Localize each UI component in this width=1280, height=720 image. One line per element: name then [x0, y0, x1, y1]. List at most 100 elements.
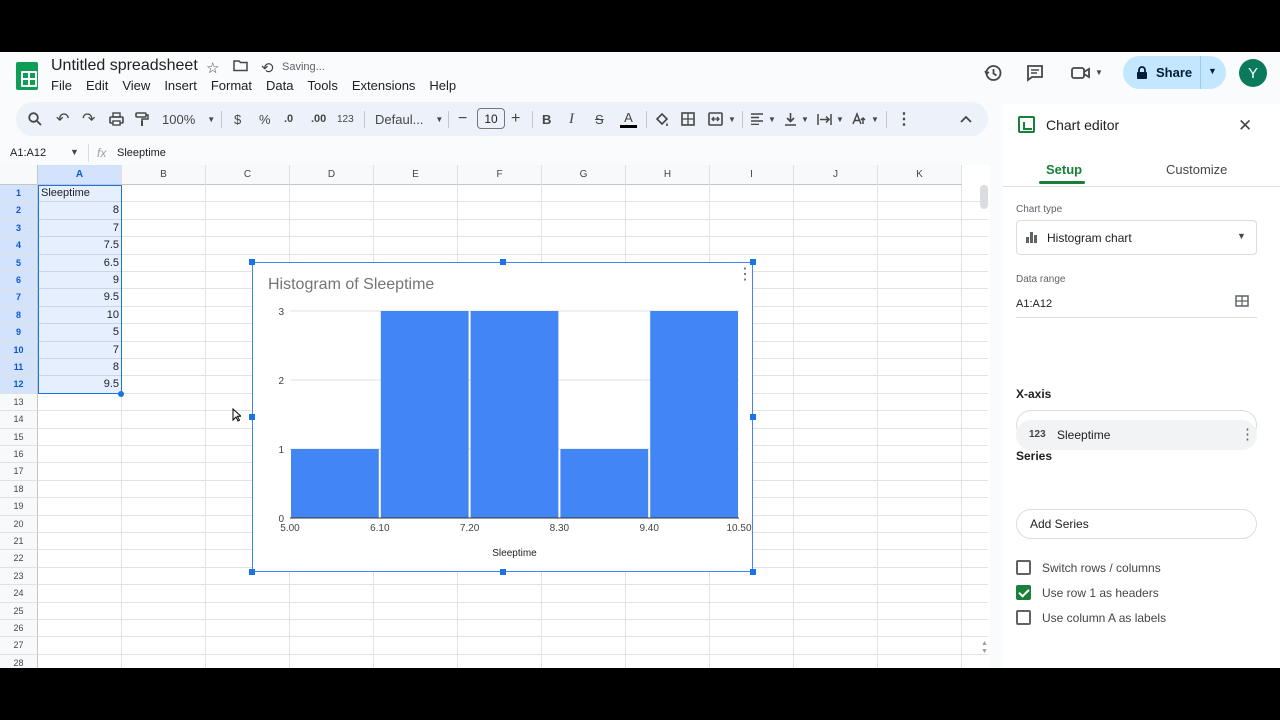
- cell-a11[interactable]: 8: [38, 359, 122, 376]
- comments-icon[interactable]: [1022, 60, 1048, 86]
- font-select[interactable]: Defaul... ▼: [375, 102, 443, 136]
- cell-a6[interactable]: 9: [38, 272, 122, 289]
- chart-menu-icon[interactable]: ⋮: [737, 267, 753, 283]
- redo-icon[interactable]: ↷: [82, 102, 95, 136]
- resize-handle-nw[interactable]: [249, 259, 255, 265]
- resize-handle-se[interactable]: [750, 569, 756, 575]
- scroll-arrows-icon[interactable]: ▲ ▼: [981, 640, 988, 656]
- row-header-16[interactable]: 16: [0, 446, 38, 464]
- row-header-6[interactable]: 6: [0, 272, 38, 290]
- meet-icon[interactable]: [1068, 60, 1094, 86]
- cell-a5[interactable]: 6.5: [38, 255, 122, 272]
- row-header-26[interactable]: 26: [0, 620, 38, 638]
- series-menu-icon[interactable]: ⋮: [1240, 425, 1255, 443]
- fill-color-icon[interactable]: [654, 102, 669, 136]
- row-header-7[interactable]: 7: [0, 289, 38, 307]
- italic-button[interactable]: I: [569, 102, 574, 136]
- row-header-1[interactable]: 1: [0, 185, 38, 203]
- move-folder-icon[interactable]: [233, 59, 248, 76]
- collapse-toolbar-icon[interactable]: [960, 102, 972, 136]
- row-1-headers-checkbox[interactable]: [1016, 585, 1031, 600]
- resize-handle-w[interactable]: [249, 414, 255, 420]
- avatar[interactable]: Y: [1239, 59, 1267, 87]
- row-header-17[interactable]: 17: [0, 463, 38, 481]
- resize-handle-n[interactable]: [500, 259, 506, 265]
- cell-a9[interactable]: 5: [38, 324, 122, 341]
- strikethrough-button[interactable]: S: [595, 102, 604, 136]
- column-header-f[interactable]: F: [458, 165, 542, 185]
- column-header-h[interactable]: H: [626, 165, 710, 185]
- column-header-a[interactable]: A: [38, 165, 122, 185]
- column-header-g[interactable]: G: [542, 165, 626, 185]
- select-all-corner[interactable]: [0, 165, 38, 185]
- row-header-10[interactable]: 10: [0, 341, 38, 359]
- row-header-19[interactable]: 19: [0, 498, 38, 516]
- add-series-button[interactable]: Add Series: [1016, 509, 1257, 539]
- borders-icon[interactable]: [681, 102, 695, 136]
- row-header-13[interactable]: 13: [0, 393, 38, 412]
- tab-setup[interactable]: Setup: [1046, 162, 1082, 177]
- name-box-dropdown-icon[interactable]: ▼: [70, 147, 79, 157]
- cell-a12[interactable]: 9.5: [38, 376, 122, 393]
- horizontal-align-icon[interactable]: ▼: [750, 102, 776, 136]
- paint-format-icon[interactable]: [135, 102, 149, 136]
- menu-extensions[interactable]: Extensions: [352, 78, 416, 93]
- spreadsheet-grid[interactable]: ABCDEFGHIJK 1 2 3 4 5 6 7 8 9 10 11 12 13 14 15 16 17 18 1…: [0, 165, 990, 668]
- chart-type-select[interactable]: Histogram chart ▼: [1016, 220, 1257, 255]
- row-header-28[interactable]: 28: [0, 654, 38, 668]
- column-header-d[interactable]: D: [290, 165, 374, 185]
- row-header-12[interactable]: 12: [0, 376, 38, 394]
- menu-file[interactable]: File: [51, 78, 72, 93]
- search-menus-icon[interactable]: [28, 102, 42, 136]
- row-header-3[interactable]: 3: [0, 219, 38, 238]
- row-header-9[interactable]: 9: [0, 324, 38, 342]
- row-header-2[interactable]: 2: [0, 202, 38, 220]
- menu-insert[interactable]: Insert: [164, 78, 197, 93]
- fill-handle[interactable]: [118, 391, 124, 397]
- close-icon[interactable]: ✕: [1238, 116, 1252, 136]
- increase-font-size-button[interactable]: +: [511, 102, 520, 136]
- merge-cells-icon[interactable]: ▼: [708, 102, 736, 136]
- cell-a7[interactable]: 9.5: [38, 289, 122, 306]
- vertical-align-icon[interactable]: ▼: [784, 102, 809, 136]
- column-header-j[interactable]: J: [794, 165, 878, 185]
- row-header-20[interactable]: 20: [0, 515, 38, 533]
- sync-icon[interactable]: ⟲: [261, 59, 274, 77]
- cell-a4[interactable]: 7.5: [38, 237, 122, 254]
- percent-button[interactable]: %: [259, 102, 271, 136]
- row-header-27[interactable]: 27: [0, 637, 38, 655]
- row-header-14[interactable]: 14: [0, 411, 38, 429]
- menu-edit[interactable]: Edit: [86, 78, 108, 93]
- row-header-21[interactable]: 21: [0, 533, 38, 551]
- currency-button[interactable]: $: [234, 102, 241, 136]
- resize-handle-sw[interactable]: [249, 569, 255, 575]
- name-box[interactable]: A1:A12: [10, 147, 46, 159]
- switch-rows-columns-checkbox[interactable]: [1016, 560, 1031, 575]
- menu-tools[interactable]: Tools: [307, 78, 337, 93]
- column-header-i[interactable]: I: [710, 165, 794, 185]
- bold-button[interactable]: B: [542, 102, 551, 136]
- row-header-23[interactable]: 23: [0, 567, 38, 586]
- text-rotation-icon[interactable]: ▼: [852, 102, 879, 136]
- undo-icon[interactable]: ↶: [56, 102, 69, 136]
- menu-view[interactable]: View: [122, 78, 150, 93]
- column-header-k[interactable]: K: [878, 165, 962, 185]
- version-history-icon[interactable]: [980, 60, 1006, 86]
- row-header-24[interactable]: 24: [0, 585, 38, 603]
- column-header-c[interactable]: C: [206, 165, 290, 185]
- print-icon[interactable]: [109, 102, 124, 136]
- row-header-5[interactable]: 5: [0, 254, 38, 272]
- increase-decimal-button[interactable]: .00: [311, 102, 326, 136]
- resize-handle-s[interactable]: [500, 569, 506, 575]
- row-header-4[interactable]: 4: [0, 237, 38, 255]
- more-options-icon[interactable]: ⋮: [896, 102, 912, 136]
- text-wrapping-icon[interactable]: ▼: [817, 102, 844, 136]
- row-header-25[interactable]: 25: [0, 602, 38, 620]
- formula-input[interactable]: Sleeptime: [117, 147, 166, 159]
- row-header-8[interactable]: 8: [0, 306, 38, 325]
- resize-handle-ne[interactable]: [750, 259, 756, 265]
- menu-help[interactable]: Help: [429, 78, 456, 93]
- data-range-input[interactable]: A1:A12: [1016, 298, 1052, 310]
- cell-a10[interactable]: 7: [38, 342, 122, 359]
- column-header-e[interactable]: E: [374, 165, 458, 185]
